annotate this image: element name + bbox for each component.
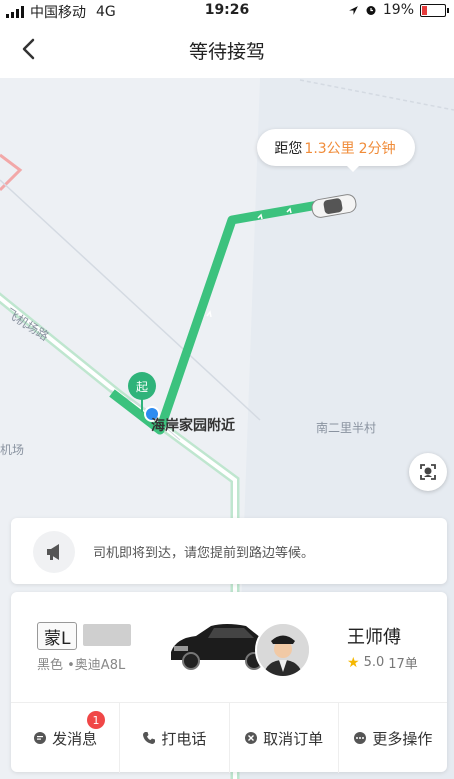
plate-blur — [83, 624, 131, 646]
eta-time: 2分钟 — [358, 140, 396, 157]
car-info: 黑色 •奥迪A8L — [37, 658, 126, 673]
notice-text: 司机即将到达，请您提前到路边等候。 — [93, 546, 315, 561]
cancel-order-button[interactable]: 取消订单 — [230, 703, 339, 773]
order-count: 17单 — [388, 657, 418, 672]
message-label: 发消息 — [52, 729, 98, 748]
driver-avatar[interactable] — [255, 622, 311, 678]
cancel-label: 取消订单 — [263, 729, 324, 748]
driver-card: 蒙L 黑色 •奥迪A8L 王师傅 ★ 5.0 17单 发消息 1 打电话 取消订… — [11, 592, 447, 773]
driver-name: 王师傅 — [347, 627, 401, 648]
airport-label: 机场 — [0, 443, 25, 457]
driver-rating: ★ 5.0 17单 — [347, 653, 418, 673]
rating-value: 5.0 — [363, 655, 385, 670]
pickup-place-label: 海岸家园附近 — [151, 418, 235, 434]
battery-icon — [420, 3, 449, 17]
more-actions-button[interactable]: 更多操作 — [339, 703, 447, 773]
village-label: 南二里半村 — [316, 421, 377, 435]
status-bar: 中国移动 4G 19:26 19% — [0, 0, 454, 22]
location-icon — [348, 5, 358, 15]
page-title: 等待接驾 — [188, 41, 265, 63]
eta-bubble: 距您 1.3公里 2分钟 — [257, 129, 415, 172]
more-icon — [354, 732, 367, 744]
license-plate: 蒙L — [37, 622, 78, 650]
speaker-icon — [33, 531, 75, 573]
call-button[interactable]: 打电话 — [120, 703, 230, 773]
eta-prefix: 距您 — [274, 140, 303, 157]
call-label: 打电话 — [161, 729, 207, 748]
locate-button[interactable] — [409, 453, 447, 491]
action-bar: 发消息 1 打电话 取消订单 更多操作 — [11, 702, 447, 773]
message-icon — [34, 732, 47, 744]
message-button[interactable]: 发消息 1 — [11, 703, 121, 773]
nav-bar: 等待接驾 — [0, 22, 454, 79]
alarm-icon — [366, 6, 376, 15]
star-icon: ★ — [347, 654, 360, 671]
unread-badge: 1 — [87, 711, 105, 729]
eta-distance: 1.3公里 — [304, 140, 355, 157]
start-marker: 起 — [128, 372, 156, 400]
target-icon — [420, 464, 436, 480]
cancel-icon — [245, 732, 258, 744]
arrival-notice: 司机即将到达，请您提前到路边等候。 — [11, 518, 447, 584]
more-label: 更多操作 — [372, 729, 433, 748]
battery-percent: 19% — [382, 2, 414, 18]
phone-icon — [143, 732, 156, 744]
